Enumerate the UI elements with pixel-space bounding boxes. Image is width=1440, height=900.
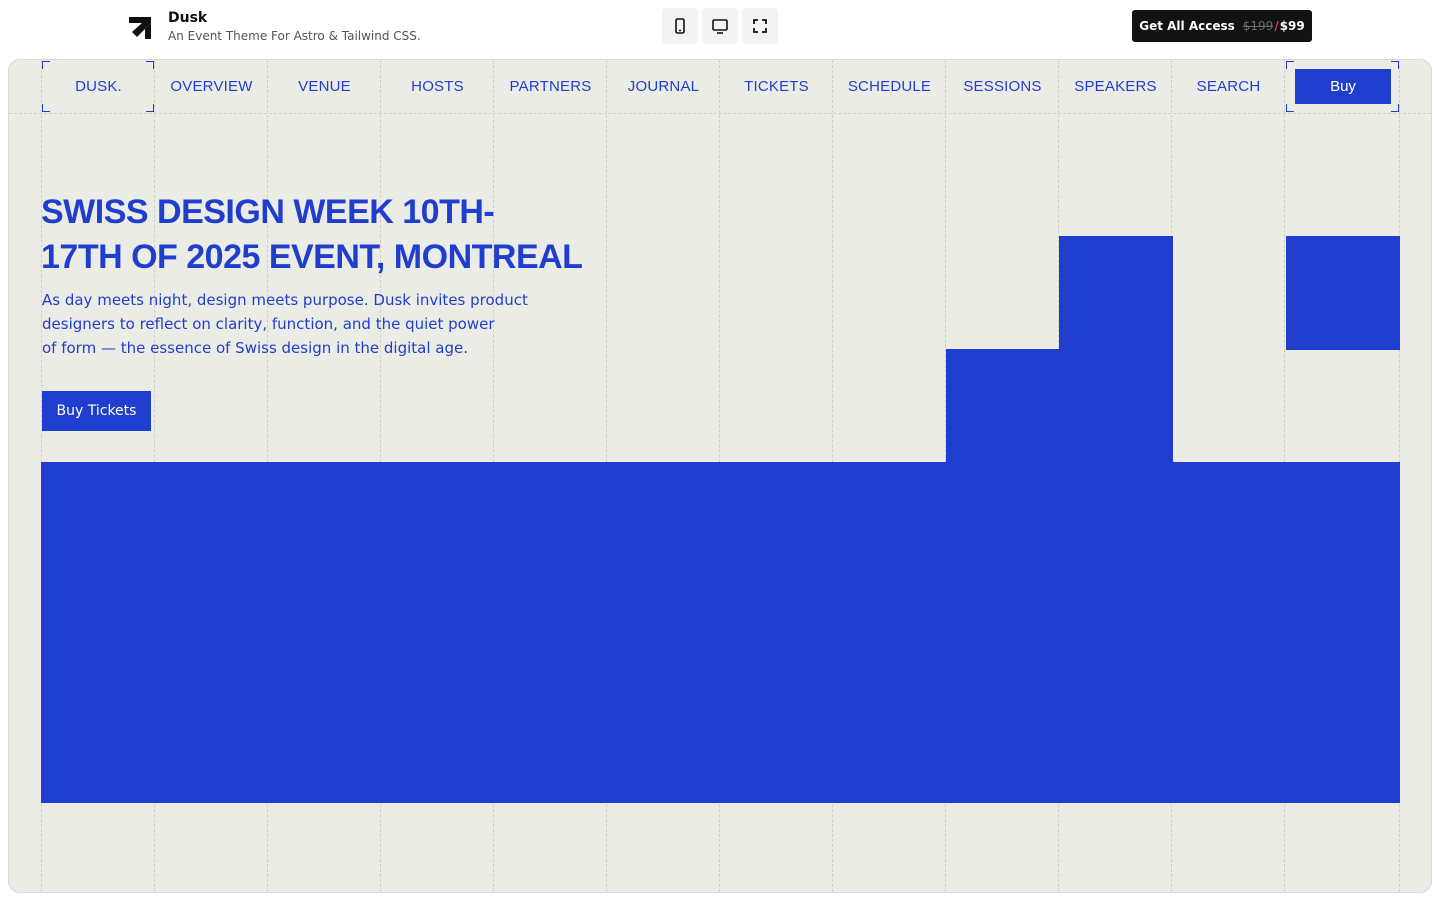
access-label: Get All Access <box>1139 19 1235 33</box>
theme-tagline: An Event Theme For Astro & Tailwind CSS. <box>168 29 421 43</box>
main-nav: DUSK. OVERVIEW VENUE HOSTS PARTNERS JOUR… <box>9 60 1431 113</box>
hero-subtitle: As day meets night, design meets purpose… <box>42 288 542 360</box>
decor-block <box>946 349 1060 464</box>
nav-item-search[interactable]: SEARCH <box>1172 60 1285 113</box>
price-separator: / <box>1274 19 1279 33</box>
buy-tickets-button[interactable]: Buy Tickets <box>42 391 151 431</box>
hero-subtitle-line: designers to reflect on clarity, functio… <box>42 315 495 333</box>
nav-item-schedule[interactable]: SCHEDULE <box>833 60 946 113</box>
get-all-access-button[interactable]: Get All Access $199 / $99 <box>1132 10 1312 42</box>
nav-item-partners[interactable]: PARTNERS <box>494 60 607 113</box>
corner-mark <box>146 104 154 112</box>
decor-block <box>1059 236 1173 464</box>
corner-mark <box>1286 104 1294 112</box>
fullscreen-icon <box>753 19 767 33</box>
theme-preview-bar: Dusk An Event Theme For Astro & Tailwind… <box>0 0 1440 58</box>
hero-title-line: 17th of 2025 Event, Montreal <box>41 238 583 276</box>
nav-item-speakers[interactable]: SPEAKERS <box>1059 60 1172 113</box>
corner-mark <box>1391 104 1399 112</box>
decor-block <box>1286 236 1400 350</box>
nav-item-overview[interactable]: OVERVIEW <box>155 60 268 113</box>
theme-brand[interactable]: Dusk An Event Theme For Astro & Tailwind… <box>126 10 421 43</box>
hero-title: Swiss Design Week 10th- 17th of 2025 Eve… <box>41 190 641 280</box>
nav-item-venue[interactable]: VENUE <box>268 60 381 113</box>
nav-buy-button[interactable]: Buy <box>1295 69 1391 104</box>
nav-item-hosts[interactable]: HOSTS <box>381 60 494 113</box>
device-switcher <box>662 8 778 44</box>
hero-banner-block <box>41 462 1400 803</box>
desktop-icon <box>712 19 728 34</box>
nav-item-journal[interactable]: JOURNAL <box>607 60 720 113</box>
site-preview-frame: DUSK. OVERVIEW VENUE HOSTS PARTNERS JOUR… <box>8 59 1432 893</box>
corner-mark <box>1391 61 1399 69</box>
mobile-icon <box>675 18 685 34</box>
nav-item-sessions[interactable]: SESSIONS <box>946 60 1059 113</box>
desktop-view-button[interactable] <box>702 8 738 44</box>
corner-mark <box>146 61 154 69</box>
corner-mark <box>42 61 50 69</box>
corner-mark <box>42 104 50 112</box>
old-price: $199 <box>1242 19 1274 33</box>
nav-item-tickets[interactable]: TICKETS <box>720 60 833 113</box>
grid-line <box>9 113 1431 114</box>
hero-title-line: Swiss Design Week 10th- <box>41 193 495 231</box>
nav-logo[interactable]: DUSK. <box>42 60 155 113</box>
dusk-logo-icon <box>129 17 151 39</box>
fullscreen-button[interactable] <box>742 8 778 44</box>
hero-subtitle-line: As day meets night, design meets purpose… <box>42 291 528 309</box>
hero-subtitle-line: of form — the essence of Swiss design in… <box>42 339 468 357</box>
corner-mark <box>1286 61 1294 69</box>
theme-name: Dusk <box>168 10 208 26</box>
mobile-view-button[interactable] <box>662 8 698 44</box>
new-price: $99 <box>1279 19 1305 33</box>
